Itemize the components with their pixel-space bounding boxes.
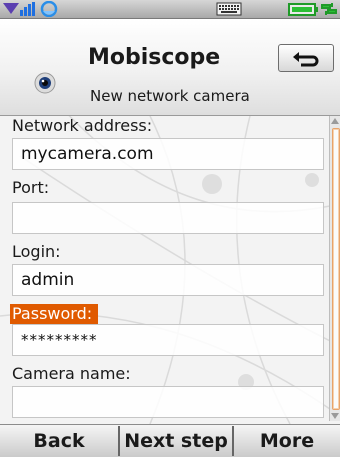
next-step-softkey[interactable]: Next step: [118, 426, 234, 456]
app-title: Mobiscope: [88, 45, 221, 70]
phone-screen: Mobiscope New network camera Network add…: [0, 0, 340, 457]
scroll-down-arrow-icon[interactable]: [331, 413, 339, 419]
camera-name-label: Camera name:: [12, 364, 131, 383]
scrollbar[interactable]: [329, 116, 340, 421]
screen-subtitle: New network camera: [90, 87, 250, 105]
form-area: Network address: mycamera.com Port: Logi…: [0, 116, 340, 424]
keyboard-icon: [216, 2, 242, 16]
softkey-bar: Back Next step More: [0, 424, 340, 457]
camera-eye-icon: [34, 72, 56, 94]
network-address-input[interactable]: mycamera.com: [12, 138, 324, 170]
login-input[interactable]: admin: [12, 264, 324, 296]
battery-icon: [288, 3, 337, 16]
camera-name-input[interactable]: [12, 386, 324, 418]
return-button[interactable]: [278, 44, 334, 72]
signal-strength-icon: [3, 1, 58, 17]
more-softkey[interactable]: More: [234, 426, 340, 456]
port-label: Port:: [12, 178, 50, 197]
scroll-up-arrow-icon[interactable]: [331, 118, 339, 124]
network-address-label: Network address:: [12, 116, 153, 135]
password-label: Password:: [10, 304, 99, 324]
title-area: Mobiscope New network camera: [0, 19, 340, 116]
status-bar: [0, 0, 340, 19]
login-label: Login:: [12, 242, 61, 261]
back-softkey[interactable]: Back: [0, 426, 118, 456]
password-input[interactable]: *********: [12, 324, 324, 356]
return-arrow-icon: [293, 52, 319, 67]
scroll-thumb[interactable]: [332, 128, 340, 410]
port-input[interactable]: [12, 202, 324, 234]
